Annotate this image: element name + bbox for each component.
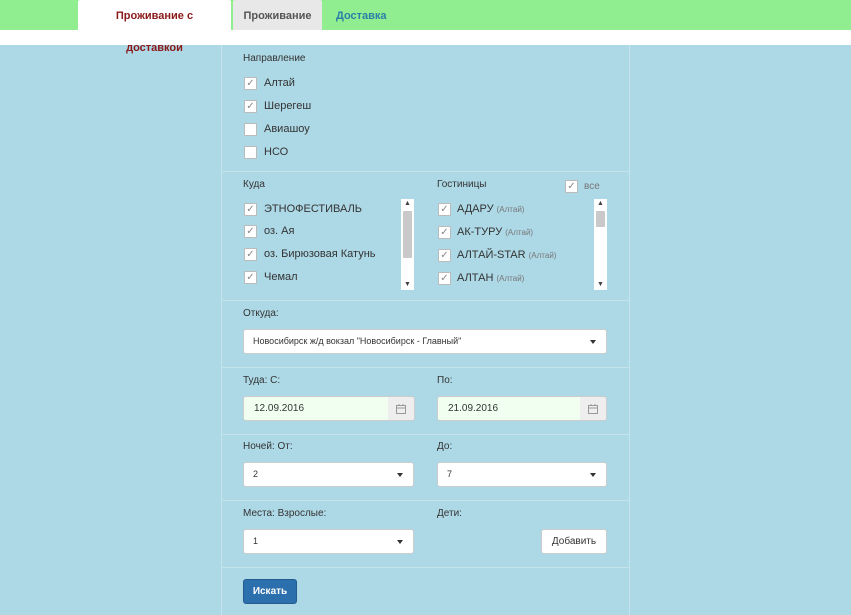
scroll-up-arrow-icon[interactable]: ▲: [594, 199, 607, 209]
direction-checkbox-sheregesh[interactable]: ✓: [244, 100, 257, 113]
from-select-value: Новосибирск ж/д вокзал "Новосибирск - Гл…: [253, 336, 462, 346]
direction-nso-label: НСО: [264, 146, 289, 158]
direction-checkbox-airshow[interactable]: [244, 123, 257, 136]
adults-label: Места: Взрослые:: [243, 508, 327, 519]
nights-from-label: Ночей: От:: [243, 441, 293, 452]
date-from-input[interactable]: 12.09.2016: [243, 396, 389, 421]
hotel-ak-turu-name: АК-ТУРУ: [457, 226, 503, 238]
hotel-adaru-region: (Алтай): [496, 205, 525, 214]
hotel-altan-name: АЛТАН: [457, 272, 494, 284]
scroll-up-arrow-icon[interactable]: ▲: [401, 199, 414, 209]
direction-checkbox-nso[interactable]: [244, 146, 257, 159]
chevron-down-icon: [590, 340, 596, 344]
hotel-adaru-name: АДАРУ: [457, 203, 494, 215]
chevron-down-icon: [590, 473, 596, 477]
nights-to-label: До:: [437, 441, 453, 452]
adults-select[interactable]: 1: [243, 529, 414, 554]
date-from-calendar-button[interactable]: [388, 396, 415, 421]
hotel-checkbox-altan[interactable]: ✓: [438, 272, 451, 285]
scroll-thumb[interactable]: [403, 211, 412, 258]
nights-from-select[interactable]: 2: [243, 462, 414, 487]
direction-sheregesh-label: Шерегеш: [264, 100, 312, 112]
from-select[interactable]: Новосибирск ж/д вокзал "Новосибирск - Гл…: [243, 329, 607, 354]
section-divider: [221, 300, 630, 301]
nights-to-value: 7: [447, 469, 453, 479]
nights-from-value: 2: [253, 469, 259, 479]
section-divider: [221, 567, 630, 568]
destinations-scrollbar[interactable]: ▲ ▼: [401, 199, 414, 290]
date-to-calendar-button[interactable]: [580, 396, 607, 421]
tab-accommodation-with-delivery[interactable]: Проживание с доставкой: [78, 0, 231, 54]
tab-delivery[interactable]: Доставка: [326, 0, 396, 30]
destination-checkbox-biruzovaya[interactable]: ✓: [244, 248, 257, 261]
section-divider: [221, 500, 630, 501]
adults-value: 1: [253, 536, 259, 546]
scroll-down-arrow-icon[interactable]: ▼: [401, 280, 414, 290]
hotels-all-label: все: [584, 181, 600, 192]
calendar-icon: [396, 404, 406, 414]
scroll-thumb[interactable]: [596, 211, 605, 227]
nights-to-select[interactable]: 7: [437, 462, 607, 487]
tab-accommodation[interactable]: Проживание: [233, 0, 322, 30]
destination-biruzovaya-label: оз. Бирюзовая Катунь: [264, 248, 376, 260]
hotels-label: Гостиницы: [437, 179, 487, 190]
date-from-label: Туда: С:: [243, 375, 281, 386]
destination-checkbox-chemal[interactable]: ✓: [244, 271, 257, 284]
destination-ethnofest-label: ЭТНОФЕСТИВАЛЬ: [264, 203, 363, 215]
destination-checkbox-aya[interactable]: ✓: [244, 225, 257, 238]
hotels-scrollbar[interactable]: ▲ ▼: [594, 199, 607, 290]
hotel-adaru: АДАРУ (Алтай): [457, 203, 524, 215]
calendar-icon: [588, 404, 598, 414]
destinations-label: Куда: [243, 179, 265, 190]
destination-checkbox-ethnofest[interactable]: ✓: [244, 203, 257, 216]
hotel-altai-star: АЛТАЙ-STAR (Алтай): [457, 249, 556, 261]
direction-airshow-label: Авиашоу: [264, 123, 310, 135]
hotel-altan-region: (Алтай): [496, 274, 525, 283]
hotel-ak-turu-region: (Алтай): [505, 228, 534, 237]
hotel-checkbox-altai-star[interactable]: ✓: [438, 249, 451, 262]
date-to-label: По:: [437, 375, 453, 386]
scroll-down-arrow-icon[interactable]: ▼: [594, 280, 607, 290]
destination-chemal-label: Чемал: [264, 271, 298, 283]
section-divider: [221, 434, 630, 435]
date-to-input[interactable]: 21.09.2016: [437, 396, 581, 421]
from-label: Откуда:: [243, 308, 279, 319]
section-divider: [221, 367, 630, 368]
children-label: Дети:: [437, 508, 462, 519]
hotel-checkbox-adaru[interactable]: ✓: [438, 203, 451, 216]
add-child-button[interactable]: Добавить: [541, 529, 607, 554]
direction-altai-label: Алтай: [264, 77, 295, 89]
hotel-altan: АЛТАН (Алтай): [457, 272, 524, 284]
hotel-altai-star-region: (Алтай): [528, 251, 557, 260]
search-button[interactable]: Искать: [243, 579, 297, 604]
direction-checkbox-altai[interactable]: ✓: [244, 77, 257, 90]
tab-underline-strip: [0, 30, 851, 45]
hotel-altai-star-name: АЛТАЙ-STAR: [457, 249, 526, 261]
hotels-all-checkbox[interactable]: ✓: [565, 180, 578, 193]
hotel-ak-turu: АК-ТУРУ (Алтай): [457, 226, 533, 238]
destination-aya-label: оз. Ая: [264, 225, 295, 237]
direction-label: Направление: [243, 53, 306, 64]
chevron-down-icon: [397, 473, 403, 477]
chevron-down-icon: [397, 540, 403, 544]
hotel-checkbox-ak-turu[interactable]: ✓: [438, 226, 451, 239]
section-divider: [221, 171, 630, 172]
